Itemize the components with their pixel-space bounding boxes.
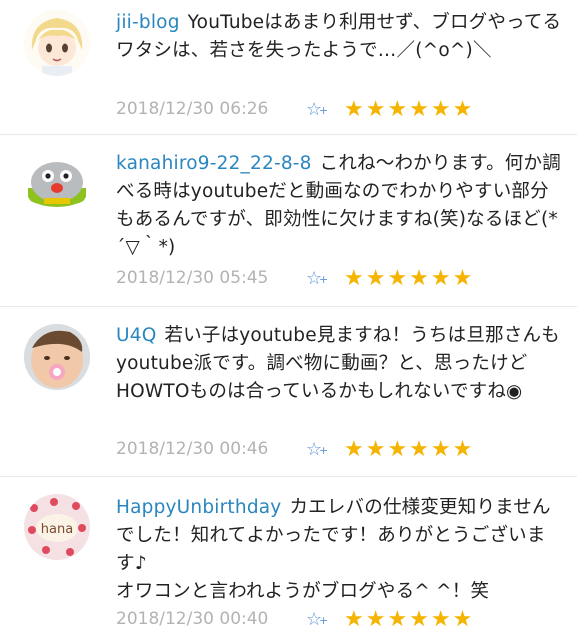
- comment-timestamp[interactable]: 2018/12/30 00:40: [116, 609, 306, 629]
- avatar[interactable]: [24, 148, 90, 214]
- comment-item: jii-blog YouTubeはあまり利用せず、ブログやってるワタシは、若さを失…: [0, 0, 577, 135]
- add-star-icon[interactable]: ☆ +: [306, 99, 344, 120]
- comment-meta: 2018/12/30 00:40 ☆ + ★★★★★★: [116, 606, 474, 632]
- comment-username[interactable]: kanahiro9-22_22-8-8: [116, 153, 312, 174]
- comment-meta: 2018/12/30 00:46 ☆ + ★★★★★★: [116, 436, 474, 462]
- svg-text:hana: hana: [41, 522, 73, 537]
- comment-timestamp[interactable]: 2018/12/30 05:45: [116, 268, 306, 288]
- comment-item: hana HappyUnbirthday カエレバの仕様変更知りませんでした！知れ…: [0, 476, 577, 640]
- comment-body: kanahiro9-22_22-8-8 これね〜わかります。何か調べる時はyout…: [116, 150, 563, 262]
- star-rating: ★★★★★★: [344, 436, 475, 462]
- avatar[interactable]: hana: [24, 494, 90, 560]
- comment-item: U4Q 若い子はyoutube見ますね！うちは旦那さんもyoutube派です。調べ…: [0, 306, 577, 477]
- comment-body: U4Q 若い子はyoutube見ますね！うちは旦那さんもyoutube派です。調べ…: [116, 322, 563, 406]
- comment-username[interactable]: U4Q: [116, 325, 156, 346]
- comment-text: 若い子はyoutube見ますね！うちは旦那さんもyoutube派です。調べ物に動…: [116, 325, 560, 402]
- comment-item: kanahiro9-22_22-8-8 これね〜わかります。何か調べる時はyout…: [0, 134, 577, 307]
- comment-username[interactable]: jii-blog: [116, 12, 180, 33]
- star-rating: ★★★★★★: [344, 96, 475, 122]
- comment-text: YouTubeはあまり利用せず、ブログやってるワタシは、若さを失ったようで…／(…: [116, 12, 562, 61]
- add-star-icon[interactable]: ☆ +: [306, 439, 344, 460]
- star-rating: ★★★★★★: [344, 265, 475, 291]
- comment-meta: 2018/12/30 05:45 ☆ + ★★★★★★: [116, 265, 474, 291]
- avatar[interactable]: [24, 10, 90, 76]
- comment-body: jii-blog YouTubeはあまり利用せず、ブログやってるワタシは、若さを失…: [116, 9, 563, 65]
- comment-username[interactable]: HappyUnbirthday: [116, 497, 281, 518]
- comment-timestamp[interactable]: 2018/12/30 06:26: [116, 99, 306, 119]
- add-star-icon[interactable]: ☆ +: [306, 609, 344, 630]
- avatar[interactable]: [24, 324, 90, 390]
- comment-meta: 2018/12/30 06:26 ☆ + ★★★★★★: [116, 96, 474, 122]
- add-star-icon[interactable]: ☆ +: [306, 268, 344, 289]
- comment-timestamp[interactable]: 2018/12/30 00:46: [116, 439, 306, 459]
- star-rating: ★★★★★★: [344, 606, 475, 632]
- comment-body: HappyUnbirthday カエレバの仕様変更知りませんでした！知れてよかった…: [116, 494, 563, 606]
